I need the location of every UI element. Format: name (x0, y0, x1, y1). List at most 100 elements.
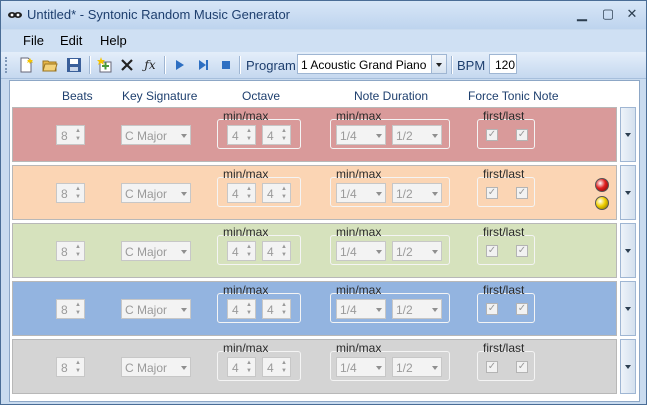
tonic-last-checkbox[interactable]: ✓ (516, 245, 528, 257)
maximize-button[interactable]: ▢ (597, 5, 619, 23)
key-signature-select[interactable]: C Major (121, 241, 191, 261)
tonic-last-checkbox[interactable]: ✓ (516, 303, 528, 315)
minimize-button[interactable]: ▁ (571, 5, 593, 23)
toolbar-grip[interactable] (5, 57, 10, 73)
bpm-input[interactable]: 120 (489, 54, 517, 74)
tonic-last-checkbox[interactable]: ✓ (516, 187, 528, 199)
tonic-first-checkbox[interactable]: ✓ (486, 245, 498, 257)
stepper-arrows-icon[interactable]: ▲ ▼ (73, 243, 83, 259)
track-expand-button[interactable] (620, 107, 636, 162)
duration-min-select[interactable]: 1/4 (336, 299, 386, 319)
beats-stepper[interactable]: 8 ▲ ▼ (56, 241, 85, 261)
chevron-down-icon[interactable] (376, 308, 382, 312)
step-icon[interactable] (194, 56, 212, 74)
chevron-down-icon[interactable] (376, 134, 382, 138)
octave-max-stepper[interactable]: 4 ▲ ▼ (262, 241, 291, 261)
new-file-icon[interactable] (17, 56, 35, 74)
stepper-arrows-icon[interactable]: ▲ ▼ (279, 301, 289, 317)
play-icon[interactable] (170, 56, 188, 74)
octave-max-stepper[interactable]: 4 ▲ ▼ (262, 357, 291, 377)
close-button[interactable]: ✕ (621, 5, 643, 23)
stepper-arrows-icon[interactable]: ▲ ▼ (279, 127, 289, 143)
track-expand-button[interactable] (620, 281, 636, 336)
chevron-down-icon[interactable] (432, 192, 438, 196)
menu-help[interactable]: Help (100, 33, 127, 48)
tonic-first-checkbox[interactable]: ✓ (486, 361, 498, 373)
stepper-arrows-icon[interactable]: ▲ ▼ (73, 127, 83, 143)
program-dropdown-arrow-icon[interactable] (431, 55, 446, 73)
duration-max-select[interactable]: 1/2 (392, 357, 442, 377)
duration-min-select[interactable]: 1/4 (336, 125, 386, 145)
stepper-arrows-icon[interactable]: ▲ ▼ (244, 301, 254, 317)
chevron-down-icon[interactable] (376, 192, 382, 196)
track-row[interactable]: 8 ▲ ▼ C Major min/max 4 ▲ ▼ 4 ▲ ▼ min/max 1/4 1/2 firs… (12, 165, 617, 220)
chevron-down-icon[interactable] (181, 134, 187, 138)
track-expand-button[interactable] (620, 165, 636, 220)
duration-max-select[interactable]: 1/2 (392, 299, 442, 319)
track-row[interactable]: 8 ▲ ▼ C Major min/max 4 ▲ ▼ 4 ▲ ▼ min/max 1/4 1/2 firs… (12, 281, 617, 336)
tonic-first-checkbox[interactable]: ✓ (486, 303, 498, 315)
key-signature-select[interactable]: C Major (121, 183, 191, 203)
stepper-arrows-icon[interactable]: ▲ ▼ (244, 127, 254, 143)
duration-min-select[interactable]: 1/4 (336, 183, 386, 203)
track-row[interactable]: 8 ▲ ▼ C Major min/max 4 ▲ ▼ 4 ▲ ▼ min/max 1/4 1/2 firs… (12, 339, 617, 394)
stepper-arrows-icon[interactable]: ▲ ▼ (279, 185, 289, 201)
track-expand-button[interactable] (620, 339, 636, 394)
stepper-arrows-icon[interactable]: ▲ ▼ (73, 185, 83, 201)
chevron-down-icon[interactable] (432, 250, 438, 254)
add-track-icon[interactable] (95, 56, 113, 74)
chevron-down-icon[interactable] (432, 308, 438, 312)
key-signature-select[interactable]: C Major (121, 357, 191, 377)
beats-stepper[interactable]: 8 ▲ ▼ (56, 357, 85, 377)
menu-edit[interactable]: Edit (60, 33, 82, 48)
octave-min-stepper[interactable]: 4 ▲ ▼ (227, 125, 256, 145)
title-bar[interactable]: Untitled* - Syntonic Random Music Genera… (1, 1, 646, 29)
tonic-first-checkbox[interactable]: ✓ (486, 129, 498, 141)
stepper-arrows-icon[interactable]: ▲ ▼ (244, 243, 254, 259)
stepper-arrows-icon[interactable]: ▲ ▼ (73, 301, 83, 317)
stepper-arrows-icon[interactable]: ▲ ▼ (244, 359, 254, 375)
stepper-arrows-icon[interactable]: ▲ ▼ (279, 359, 289, 375)
chevron-down-icon[interactable] (181, 250, 187, 254)
duration-min-select[interactable]: 1/4 (336, 241, 386, 261)
stop-icon[interactable] (217, 56, 235, 74)
track-expand-button[interactable] (620, 223, 636, 278)
open-folder-icon[interactable] (41, 56, 59, 74)
octave-min-stepper[interactable]: 4 ▲ ▼ (227, 357, 256, 377)
duration-max-select[interactable]: 1/2 (392, 241, 442, 261)
duration-max-select[interactable]: 1/2 (392, 125, 442, 145)
key-signature-select[interactable]: C Major (121, 299, 191, 319)
duration-min-select[interactable]: 1/4 (336, 357, 386, 377)
chevron-down-icon[interactable] (181, 308, 187, 312)
beats-stepper[interactable]: 8 ▲ ▼ (56, 183, 85, 203)
octave-max-stepper[interactable]: 4 ▲ ▼ (262, 125, 291, 145)
tonic-last-checkbox[interactable]: ✓ (516, 361, 528, 373)
stepper-arrows-icon[interactable]: ▲ ▼ (244, 185, 254, 201)
chevron-down-icon[interactable] (181, 192, 187, 196)
track-row[interactable]: 8 ▲ ▼ C Major min/max 4 ▲ ▼ 4 ▲ ▼ min/max 1/4 1/2 firs… (12, 223, 617, 278)
function-icon[interactable]: ƒx (141, 56, 159, 74)
delete-icon[interactable] (118, 56, 136, 74)
key-signature-select[interactable]: C Major (121, 125, 191, 145)
chevron-down-icon[interactable] (432, 366, 438, 370)
track-row[interactable]: 8 ▲ ▼ C Major min/max 4 ▲ ▼ 4 ▲ ▼ min/max 1/4 1/2 firs… (12, 107, 617, 162)
beats-stepper[interactable]: 8 ▲ ▼ (56, 125, 85, 145)
tonic-last-checkbox[interactable]: ✓ (516, 129, 528, 141)
chevron-down-icon[interactable] (432, 134, 438, 138)
menu-file[interactable]: File (23, 33, 44, 48)
stepper-arrows-icon[interactable]: ▲ ▼ (73, 359, 83, 375)
octave-max-stepper[interactable]: 4 ▲ ▼ (262, 183, 291, 203)
tonic-first-checkbox[interactable]: ✓ (486, 187, 498, 199)
octave-min-stepper[interactable]: 4 ▲ ▼ (227, 299, 256, 319)
beats-stepper[interactable]: 8 ▲ ▼ (56, 299, 85, 319)
stepper-arrows-icon[interactable]: ▲ ▼ (279, 243, 289, 259)
program-select[interactable]: 1 Acoustic Grand Piano (297, 54, 447, 74)
save-disk-icon[interactable] (65, 56, 83, 74)
octave-min-stepper[interactable]: 4 ▲ ▼ (227, 183, 256, 203)
octave-min-stepper[interactable]: 4 ▲ ▼ (227, 241, 256, 261)
chevron-down-icon[interactable] (376, 250, 382, 254)
duration-max-select[interactable]: 1/2 (392, 183, 442, 203)
octave-max-stepper[interactable]: 4 ▲ ▼ (262, 299, 291, 319)
chevron-down-icon[interactable] (376, 366, 382, 370)
chevron-down-icon[interactable] (181, 366, 187, 370)
